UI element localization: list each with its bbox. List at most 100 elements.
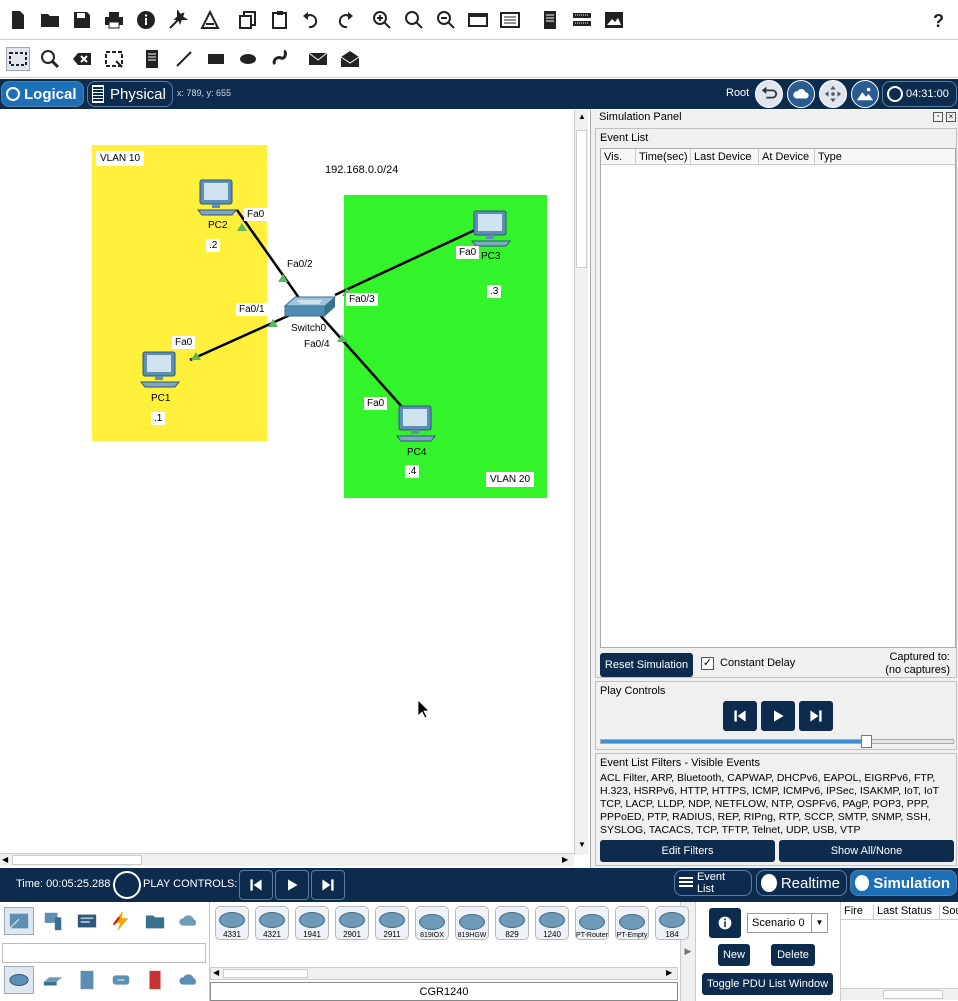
save-icon[interactable] — [70, 8, 94, 32]
multiuser-category-icon[interactable] — [174, 907, 204, 935]
device-item[interactable]: 819IOX — [415, 906, 449, 940]
device-scroll-thumb[interactable] — [223, 969, 308, 978]
help-icon[interactable]: ? — [926, 8, 950, 32]
back-icon[interactable] — [755, 80, 783, 108]
event-list-toggle[interactable]: Event List — [674, 870, 752, 896]
connections-category-icon[interactable] — [106, 907, 136, 935]
info-icon[interactable] — [134, 8, 158, 32]
security-category-icon[interactable] — [140, 966, 170, 994]
col-last-device[interactable]: Last Device — [691, 149, 759, 164]
pc3-icon[interactable] — [470, 210, 512, 247]
freeform-icon[interactable] — [268, 47, 292, 71]
network-devices-category-icon[interactable] — [4, 907, 34, 935]
device-item[interactable]: PT-Router — [575, 906, 609, 940]
print-icon[interactable] — [102, 8, 126, 32]
new-file-icon[interactable] — [6, 8, 30, 32]
device-item[interactable]: 819HGW — [455, 906, 489, 940]
link-pc1-switch[interactable] — [189, 313, 291, 362]
bottom-play-button[interactable] — [275, 870, 309, 900]
bottom-back-button[interactable] — [239, 870, 273, 900]
step-forward-button[interactable] — [799, 701, 833, 731]
col-time[interactable]: Time(sec) — [636, 149, 691, 164]
place-note-icon[interactable] — [140, 47, 164, 71]
draw-rectangle-icon[interactable] — [204, 47, 228, 71]
tab-logical[interactable]: Logical — [1, 81, 84, 107]
device-search-field[interactable] — [2, 943, 206, 963]
paste-icon[interactable] — [268, 8, 292, 32]
pdu-scrollbar[interactable] — [841, 988, 958, 1000]
activity-wizard-icon[interactable] — [166, 8, 190, 32]
pdu-col-fire[interactable]: Fire — [841, 905, 874, 919]
simulation-mode-tab[interactable]: Simulation — [850, 870, 957, 896]
device-item[interactable]: 1941 — [295, 906, 329, 940]
reset-simulation-button[interactable]: Reset Simulation — [600, 653, 693, 677]
resize-icon[interactable] — [102, 47, 126, 71]
components-category-icon[interactable] — [72, 907, 102, 935]
viewport-clock[interactable]: 04:31:00 — [882, 81, 957, 107]
speed-slider-track[interactable] — [600, 739, 954, 744]
copy-icon[interactable] — [236, 8, 260, 32]
scenario-info-button[interactable] — [709, 908, 741, 938]
pdu-col-source[interactable]: Sou — [940, 905, 958, 919]
inspect-icon[interactable] — [38, 47, 62, 71]
col-vis[interactable]: Vis. — [601, 149, 636, 164]
col-type[interactable]: Type — [815, 149, 955, 164]
network-info-icon[interactable] — [570, 8, 594, 32]
pc4-icon[interactable] — [395, 405, 437, 442]
link-switch-pc4[interactable] — [319, 314, 404, 409]
device-item[interactable]: PT-Empty — [615, 906, 649, 940]
draw-ellipse-icon[interactable] — [236, 47, 260, 71]
step-back-button[interactable] — [723, 701, 757, 731]
scroll-up-icon[interactable]: ▲ — [578, 112, 586, 121]
device-item[interactable]: 4321 — [255, 906, 289, 940]
hubs-category-icon[interactable] — [72, 966, 102, 994]
device-item[interactable]: 1240 — [535, 906, 569, 940]
wan-emulation-category-icon[interactable] — [174, 966, 204, 994]
device-item[interactable]: 4331 — [215, 906, 249, 940]
device-item[interactable]: 829 — [495, 906, 529, 940]
show-all-none-button[interactable]: Show All/None — [779, 840, 954, 862]
scroll-down-icon[interactable]: ▼ — [578, 840, 586, 849]
complex-pdu-icon[interactable] — [338, 47, 362, 71]
scenario-select[interactable]: Scenario 0 ▼ — [747, 913, 828, 933]
pc2-ip-note[interactable]: .2 — [206, 239, 221, 252]
wireless-category-icon[interactable] — [106, 966, 136, 994]
end-devices-category-icon[interactable] — [38, 907, 68, 935]
float-panel-icon[interactable]: ▫ — [933, 112, 943, 122]
edit-filters-button[interactable]: Edit Filters — [600, 840, 775, 862]
open-folder-icon[interactable] — [38, 8, 62, 32]
vertical-scroll-thumb[interactable] — [576, 130, 587, 268]
pc3-ip-note[interactable]: .3 — [487, 285, 502, 298]
device-scroll-left-icon[interactable]: ◀ — [213, 968, 219, 977]
notes-icon[interactable] — [538, 8, 562, 32]
link-switch-pc3[interactable] — [334, 228, 476, 297]
constant-delay-checkbox[interactable]: ✓ — [701, 657, 714, 670]
pdu-list-table[interactable]: Fire Last Status Sou — [840, 902, 958, 1001]
logical-workspace[interactable]: VLAN 10 VLAN 20 192.168.0.0/24 PC2 .2 Fa… — [0, 110, 588, 868]
zoom-in-icon[interactable] — [370, 8, 394, 32]
power-cycle-icon[interactable] — [113, 871, 141, 899]
draw-line-icon[interactable] — [172, 47, 196, 71]
device-list-scrollbar[interactable]: ◀ ▶ — [210, 967, 678, 980]
pdu-scroll-thumb[interactable] — [883, 990, 943, 999]
delete-scenario-button[interactable]: Delete — [771, 944, 815, 966]
play-button[interactable] — [761, 701, 795, 731]
custom-device-icon[interactable] — [198, 8, 222, 32]
set-background-icon[interactable] — [851, 80, 879, 108]
zoom-out-icon[interactable] — [434, 8, 458, 32]
palette-icon[interactable] — [466, 8, 490, 32]
device-item[interactable]: 2911 — [375, 906, 409, 940]
close-panel-icon[interactable]: × — [946, 112, 956, 122]
workspace-vertical-scrollbar[interactable]: ▲ ▼ — [574, 110, 588, 855]
custom-devices-dialog-icon[interactable] — [498, 8, 522, 32]
pc2-icon[interactable] — [196, 179, 238, 216]
pc1-icon[interactable] — [139, 351, 181, 388]
bottom-forward-button[interactable] — [311, 870, 345, 900]
routers-category-icon[interactable] — [4, 966, 34, 994]
speed-slider-thumb[interactable] — [860, 735, 872, 748]
device-item[interactable]: 184 — [655, 906, 689, 940]
device-scroll-right-icon[interactable]: ▶ — [666, 968, 672, 977]
switches-category-icon[interactable] — [38, 966, 68, 994]
simple-pdu-icon[interactable] — [306, 47, 330, 71]
redo-icon[interactable] — [332, 8, 356, 32]
